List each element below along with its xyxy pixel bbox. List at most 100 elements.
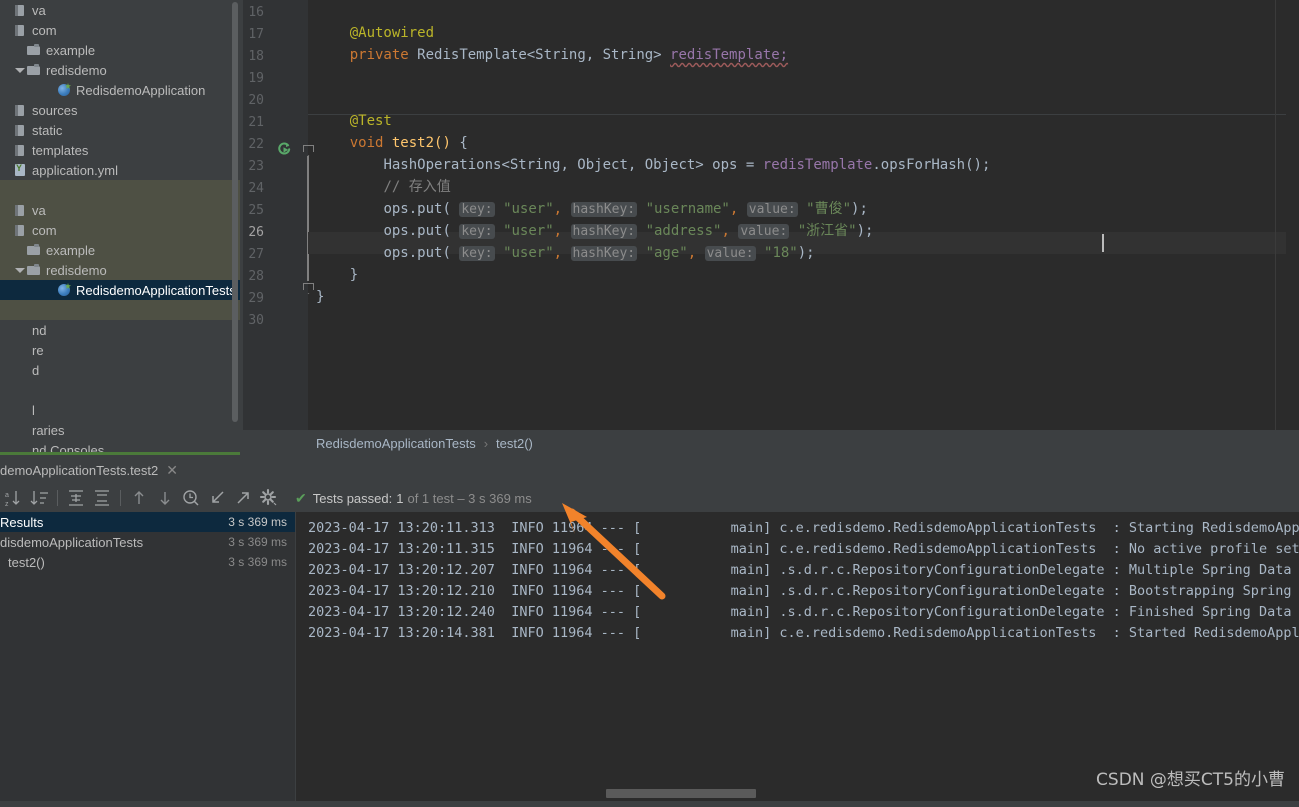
tree-item-redisdemoapplication[interactable]: RedisdemoApplication	[0, 80, 240, 100]
chevron-down-icon[interactable]	[14, 264, 26, 276]
test-duration: 3 s 369 ms	[228, 555, 287, 569]
tree-item-label: com	[32, 22, 57, 38]
next-failed-test-icon[interactable]	[154, 487, 176, 509]
tree-item-blank[interactable]	[0, 180, 240, 200]
tree-item-l[interactable]: l	[0, 400, 240, 420]
tree-item-example[interactable]: example	[0, 240, 240, 260]
line-number: 18	[248, 49, 264, 64]
tree-icon-spacer	[12, 302, 28, 318]
tree-item-blank[interactable]	[0, 380, 240, 400]
code-line-17: @Autowired	[349, 25, 435, 41]
tree-icon-spacer	[12, 382, 28, 398]
tree-item-raries[interactable]: raries	[0, 420, 240, 440]
param-hint: value:	[746, 202, 798, 217]
tree-item-com[interactable]: com	[0, 20, 240, 40]
code-line-18: private RedisTemplate<String, String> re…	[349, 47, 789, 63]
tree-item-blank[interactable]	[0, 300, 240, 320]
chevron-down-icon[interactable]	[14, 64, 26, 76]
console-output[interactable]: 2023-04-17 13:20:11.313 INFO 11964 --- […	[296, 512, 1299, 807]
tree-item-label: RedisdemoApplication	[76, 82, 206, 98]
tree-item-templates[interactable]: templates	[0, 140, 240, 160]
breadcrumb-item-method[interactable]: test2()	[496, 436, 533, 451]
folder-icon	[26, 262, 42, 278]
line-number: 16	[248, 5, 264, 20]
collapse-all-icon[interactable]	[91, 487, 113, 509]
test-settings-icon[interactable]	[258, 487, 280, 509]
tree-item-redisdemo[interactable]: redisdemo	[0, 260, 240, 280]
line-number: 30	[248, 313, 264, 328]
show-history-icon[interactable]	[180, 487, 202, 509]
test-status-bar: ✔ Tests passed: 1 of 1 test – 3 s 369 ms	[295, 484, 532, 512]
console-line: 2023-04-17 13:20:12.207 INFO 11964 --- […	[308, 562, 1299, 578]
sort-alphabetically-icon[interactable]: a z	[2, 487, 24, 509]
line-number: 29	[248, 291, 264, 306]
param-hint: key:	[459, 202, 495, 217]
editor-gutter[interactable]: 16 17 18 19 20 21 22 23 24 25 26 27 28 29 30	[243, 0, 335, 430]
editor-scrollbar[interactable]	[1286, 0, 1299, 430]
line-number: 26	[248, 225, 264, 240]
code-line-23: HashOperations<String, Object, Object> o…	[383, 157, 991, 173]
tree-icon-spacer	[12, 182, 28, 198]
breadcrumb[interactable]: RedisdemoApplicationTests › test2()	[300, 431, 1299, 455]
line-number: 24	[248, 181, 264, 196]
test-tree-label: test2()	[8, 554, 45, 570]
tree-item-label: sources	[32, 102, 78, 118]
folder-icon	[26, 62, 42, 78]
test-tree-row[interactable]: test2() 3 s 369 ms	[0, 552, 295, 572]
status-prefix: Tests passed:	[312, 490, 393, 506]
previous-failed-test-icon[interactable]	[128, 487, 150, 509]
console-line: 2023-04-17 13:20:11.313 INFO 11964 --- […	[308, 520, 1299, 536]
tree-item-va[interactable]: va	[0, 200, 240, 220]
project-tree-panel[interactable]: va com example redisdemo RedisdemoApplicatio…	[0, 0, 240, 455]
tree-item-redisdemoapplicationtests[interactable]: RedisdemoApplicationTests	[0, 280, 240, 300]
java-test-class-icon	[56, 282, 72, 298]
tree-item-static[interactable]: static	[0, 120, 240, 140]
run-toolbar[interactable]: a z	[0, 484, 1299, 512]
param-hint: value:	[738, 224, 790, 239]
editor-text-area[interactable]: @Autowired private RedisTemplate<String,…	[308, 0, 1299, 430]
breadcrumb-item-class[interactable]: RedisdemoApplicationTests	[316, 436, 476, 451]
tree-item-application-yml[interactable]: application.yml	[0, 160, 240, 180]
project-tree-scrollbar[interactable]	[232, 2, 238, 422]
tree-item-va[interactable]: va	[0, 0, 240, 20]
test-tree-row[interactable]: Results 3 s 369 ms	[0, 512, 295, 532]
tree-item-re[interactable]: re	[0, 340, 240, 360]
tree-item-com[interactable]: com	[0, 220, 240, 240]
tree-item-example[interactable]: example	[0, 40, 240, 60]
console-line: 2023-04-17 13:20:11.315 INFO 11964 --- […	[308, 541, 1299, 557]
source-folder-icon	[12, 22, 28, 38]
tree-item-label: d	[32, 362, 40, 378]
yaml-file-icon	[12, 162, 28, 178]
tree-icon-spacer	[12, 322, 28, 338]
check-icon: ✔	[295, 489, 307, 506]
sort-by-duration-icon[interactable]	[28, 487, 50, 509]
test-results-tree[interactable]: Results 3 s 369 ms disdemoApplicationTests…	[0, 512, 295, 807]
export-tests-icon[interactable]	[232, 487, 254, 509]
breadcrumb-separator-icon: ›	[483, 435, 489, 451]
tree-item-redisdemo[interactable]: redisdemo	[0, 60, 240, 80]
run-tab-bar: demoApplicationTests.test2 ✕	[0, 456, 1299, 486]
run-test-gutter-icon[interactable]	[277, 142, 292, 157]
param-hint: hashKey:	[570, 246, 638, 261]
expand-all-icon[interactable]	[65, 487, 87, 509]
run-tab-active[interactable]: demoApplicationTests.test2 ✕	[0, 456, 184, 486]
line-number: 28	[248, 269, 264, 284]
code-editor[interactable]: 16 17 18 19 20 21 22 23 24 25 26 27 28 29 30	[243, 0, 1299, 430]
tree-item-nd[interactable]: nd	[0, 320, 240, 340]
test-tree-row[interactable]: disdemoApplicationTests 3 s 369 ms	[0, 532, 295, 552]
import-tests-icon[interactable]	[206, 487, 228, 509]
tree-item-sources[interactable]: sources	[0, 100, 240, 120]
source-folder-icon	[12, 142, 28, 158]
console-horizontal-scrollbar[interactable]	[606, 789, 756, 798]
project-tree-bottom-divider	[0, 452, 240, 455]
close-icon[interactable]: ✕	[166, 463, 178, 477]
tree-item-d[interactable]: d	[0, 360, 240, 380]
